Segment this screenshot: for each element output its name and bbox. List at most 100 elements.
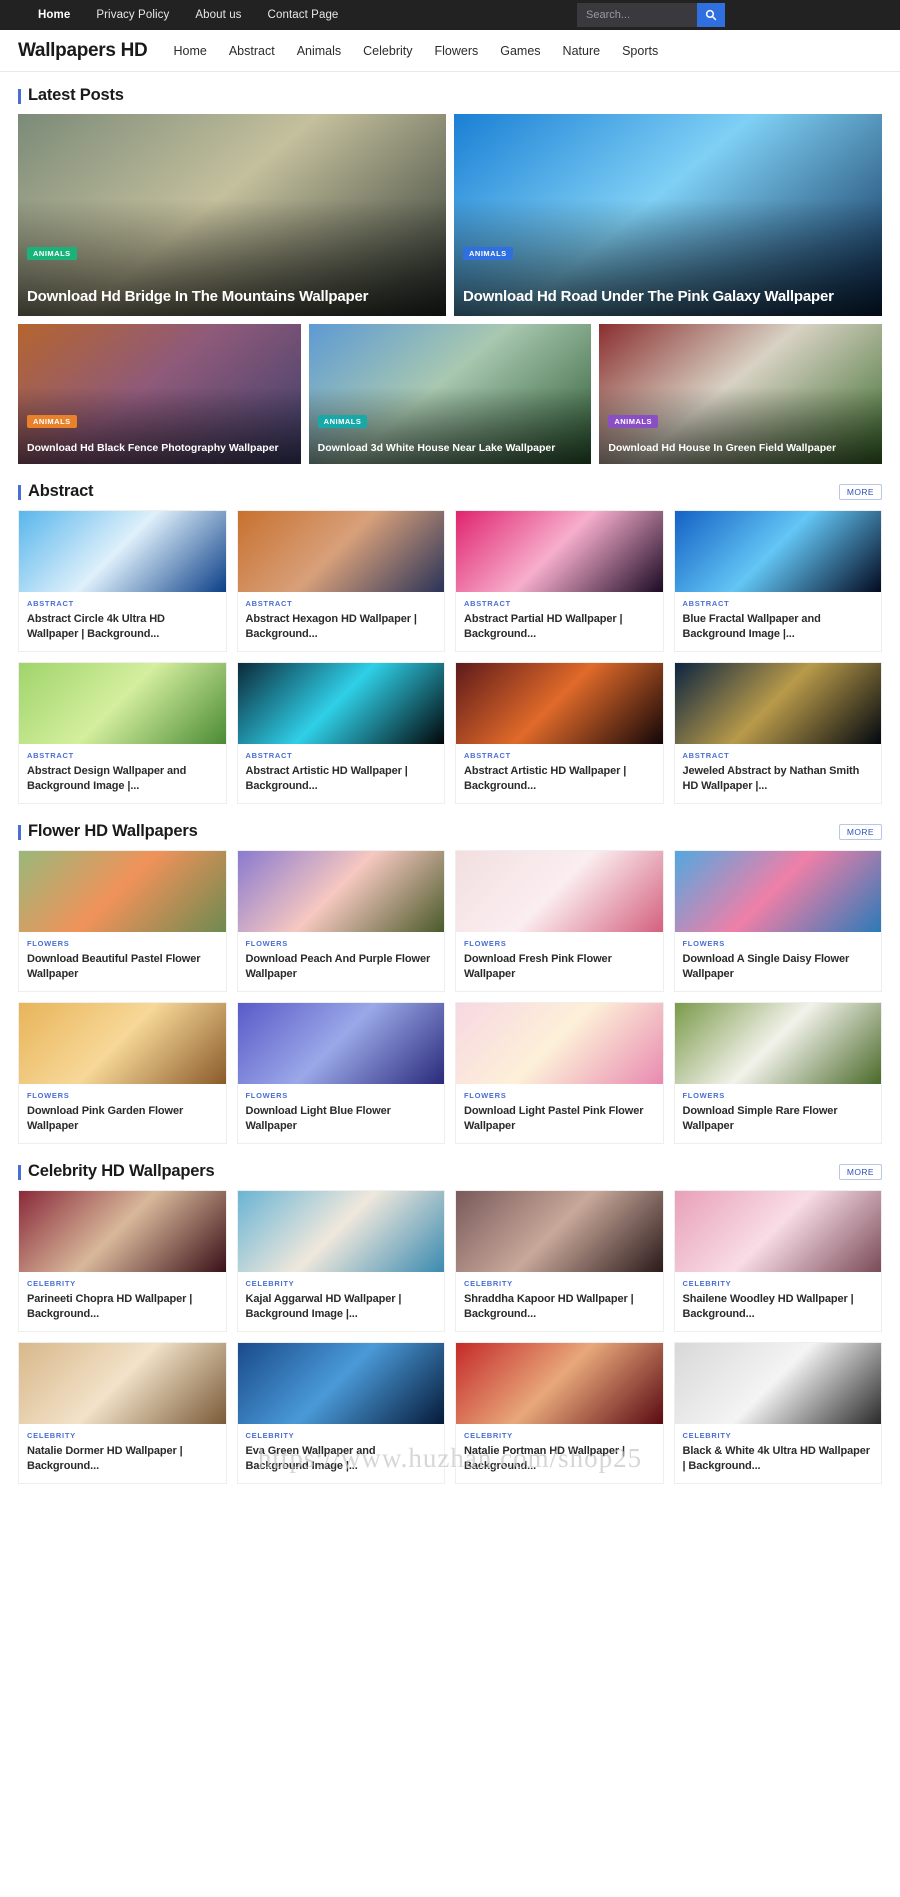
wallpaper-thumbnail[interactable] [674, 1191, 881, 1273]
card-category[interactable]: CELEBRITY [246, 1279, 437, 1288]
nav-nature[interactable]: Nature [563, 44, 601, 58]
top-nav-about-us[interactable]: About us [195, 9, 241, 21]
wallpaper-thumbnail[interactable] [19, 1003, 226, 1085]
card-category[interactable]: CELEBRITY [464, 1279, 655, 1288]
site-logo[interactable]: Wallpapers HD [18, 40, 148, 62]
wallpaper-card[interactable]: CELEBRITY Natalie Dormer HD Wallpaper | B… [18, 1342, 227, 1485]
card-category[interactable]: ABSTRACT [27, 751, 218, 760]
wallpaper-card[interactable]: CELEBRITY Natalie Portman HD Wallpaper | … [455, 1342, 664, 1485]
wallpaper-card[interactable]: FLOWERS Download Simple Rare Flower Wallp… [673, 1002, 882, 1145]
hero-card[interactable]: ANIMALS Download Hd Road Under The Pink … [454, 114, 882, 316]
search-button[interactable] [697, 3, 725, 27]
card-category[interactable]: ABSTRACT [464, 751, 655, 760]
wallpaper-thumbnail[interactable] [456, 851, 663, 933]
more-button[interactable]: MORE [838, 483, 882, 500]
wallpaper-card[interactable]: FLOWERS Download Light Blue Flower Wallpa… [236, 1002, 445, 1145]
card-category[interactable]: ABSTRACT [246, 751, 437, 760]
card-category[interactable]: CELEBRITY [683, 1279, 874, 1288]
wallpaper-thumbnail[interactable] [674, 1003, 881, 1085]
wallpaper-card[interactable]: CELEBRITY Shailene Woodley HD Wallpaper |… [673, 1190, 882, 1333]
wallpaper-thumbnail[interactable] [456, 1191, 663, 1273]
card-category[interactable]: CELEBRITY [27, 1431, 218, 1440]
card-category[interactable]: ABSTRACT [683, 599, 874, 608]
wallpaper-thumbnail[interactable] [19, 1343, 226, 1425]
nav-sports[interactable]: Sports [622, 44, 658, 58]
wallpaper-thumbnail[interactable] [19, 851, 226, 933]
top-nav-privacy-policy[interactable]: Privacy Policy [96, 9, 169, 21]
nav-home[interactable]: Home [173, 44, 206, 58]
card-category[interactable]: ABSTRACT [683, 751, 874, 760]
wallpaper-card[interactable]: CELEBRITY Kajal Aggarwal HD Wallpaper | B… [236, 1190, 445, 1333]
small-card[interactable]: ANIMALS Download 3d White House Near Lak… [308, 324, 592, 464]
more-button[interactable]: MORE [838, 1163, 882, 1180]
nav-celebrity[interactable]: Celebrity [363, 44, 412, 58]
hero-card[interactable]: ANIMALS Download Hd Bridge In The Mounta… [18, 114, 446, 316]
wallpaper-thumbnail[interactable] [456, 511, 663, 592]
nav-animals[interactable]: Animals [297, 44, 341, 58]
small-card[interactable]: ANIMALS Download Hd House In Green Field… [599, 324, 883, 464]
nav-games[interactable]: Games [500, 44, 540, 58]
wallpaper-thumbnail[interactable] [237, 511, 444, 592]
wallpaper-card[interactable]: CELEBRITY Black & White 4k Ultra HD Wallp… [673, 1342, 882, 1485]
more-button[interactable]: MORE [838, 823, 882, 840]
card-category[interactable]: CELEBRITY [27, 1279, 218, 1288]
category-badge[interactable]: ANIMALS [27, 415, 77, 428]
wallpaper-card[interactable]: ABSTRACT Abstract Circle 4k Ultra HD Wall… [18, 510, 227, 653]
wallpaper-card[interactable]: CELEBRITY Eva Green Wallpaper and Backgro… [236, 1342, 445, 1485]
wallpaper-thumbnail[interactable] [237, 1343, 444, 1425]
search-input[interactable] [577, 3, 697, 27]
nav-abstract[interactable]: Abstract [229, 44, 275, 58]
small-card[interactable]: ANIMALS Download Hd Black Fence Photogra… [18, 324, 301, 464]
category-badge[interactable]: ANIMALS [317, 415, 368, 428]
card-category[interactable]: FLOWERS [246, 939, 437, 948]
top-nav-contact-page[interactable]: Contact Page [268, 9, 339, 21]
wallpaper-card[interactable]: ABSTRACT Blue Fractal Wallpaper and Backg… [673, 510, 882, 653]
card-category[interactable]: FLOWERS [464, 1091, 655, 1100]
wallpaper-card[interactable]: FLOWERS Download Light Pastel Pink Flower… [455, 1002, 664, 1145]
card-category[interactable]: FLOWERS [246, 1091, 437, 1100]
card-category[interactable]: FLOWERS [27, 1091, 218, 1100]
wallpaper-card[interactable]: FLOWERS Download Pink Garden Flower Wallp… [18, 1002, 227, 1145]
category-badge[interactable]: ANIMALS [608, 415, 659, 428]
wallpaper-card[interactable]: ABSTRACT Abstract Artistic HD Wallpaper |… [455, 662, 664, 805]
category-badge[interactable]: ANIMALS [463, 247, 513, 260]
card-category[interactable]: FLOWERS [464, 939, 655, 948]
wallpaper-thumbnail[interactable] [19, 511, 226, 592]
wallpaper-thumbnail[interactable] [674, 663, 881, 745]
wallpaper-card[interactable]: ABSTRACT Abstract Design Wallpaper and Ba… [18, 662, 227, 805]
wallpaper-thumbnail[interactable] [19, 1191, 226, 1273]
wallpaper-thumbnail[interactable] [237, 663, 444, 745]
wallpaper-thumbnail[interactable] [237, 851, 444, 933]
wallpaper-thumbnail[interactable] [237, 1003, 444, 1085]
card-category[interactable]: CELEBRITY [246, 1431, 437, 1440]
card-category[interactable]: ABSTRACT [27, 599, 218, 608]
wallpaper-thumbnail[interactable] [237, 1191, 444, 1273]
wallpaper-thumbnail[interactable] [674, 1343, 881, 1425]
wallpaper-thumbnail[interactable] [456, 1343, 663, 1425]
wallpaper-thumbnail[interactable] [456, 663, 663, 745]
category-badge[interactable]: ANIMALS [27, 247, 77, 260]
top-nav-home[interactable]: Home [38, 9, 70, 21]
wallpaper-thumbnail[interactable] [674, 511, 881, 592]
wallpaper-thumbnail[interactable] [674, 851, 881, 933]
wallpaper-card[interactable]: ABSTRACT Jeweled Abstract by Nathan Smith… [673, 662, 882, 805]
wallpaper-card[interactable]: FLOWERS Download A Single Daisy Flower Wa… [673, 850, 882, 993]
wallpaper-card[interactable]: CELEBRITY Shraddha Kapoor HD Wallpaper | … [455, 1190, 664, 1333]
wallpaper-card[interactable]: ABSTRACT Abstract Partial HD Wallpaper | … [455, 510, 664, 653]
wallpaper-card[interactable]: CELEBRITY Parineeti Chopra HD Wallpaper |… [18, 1190, 227, 1333]
nav-flowers[interactable]: Flowers [434, 44, 478, 58]
wallpaper-card[interactable]: FLOWERS Download Fresh Pink Flower Wallpa… [455, 850, 664, 993]
wallpaper-card[interactable]: ABSTRACT Abstract Artistic HD Wallpaper |… [236, 662, 445, 805]
wallpaper-thumbnail[interactable] [456, 1003, 663, 1085]
card-category[interactable]: FLOWERS [683, 939, 874, 948]
card-category[interactable]: ABSTRACT [464, 599, 655, 608]
card-category[interactable]: FLOWERS [683, 1091, 874, 1100]
card-category[interactable]: CELEBRITY [683, 1431, 874, 1440]
wallpaper-card[interactable]: FLOWERS Download Beautiful Pastel Flower … [18, 850, 227, 993]
wallpaper-thumbnail[interactable] [19, 663, 226, 745]
wallpaper-card[interactable]: FLOWERS Download Peach And Purple Flower … [236, 850, 445, 993]
card-category[interactable]: FLOWERS [27, 939, 218, 948]
wallpaper-card[interactable]: ABSTRACT Abstract Hexagon HD Wallpaper | … [236, 510, 445, 653]
card-category[interactable]: CELEBRITY [464, 1431, 655, 1440]
card-category[interactable]: ABSTRACT [246, 599, 437, 608]
